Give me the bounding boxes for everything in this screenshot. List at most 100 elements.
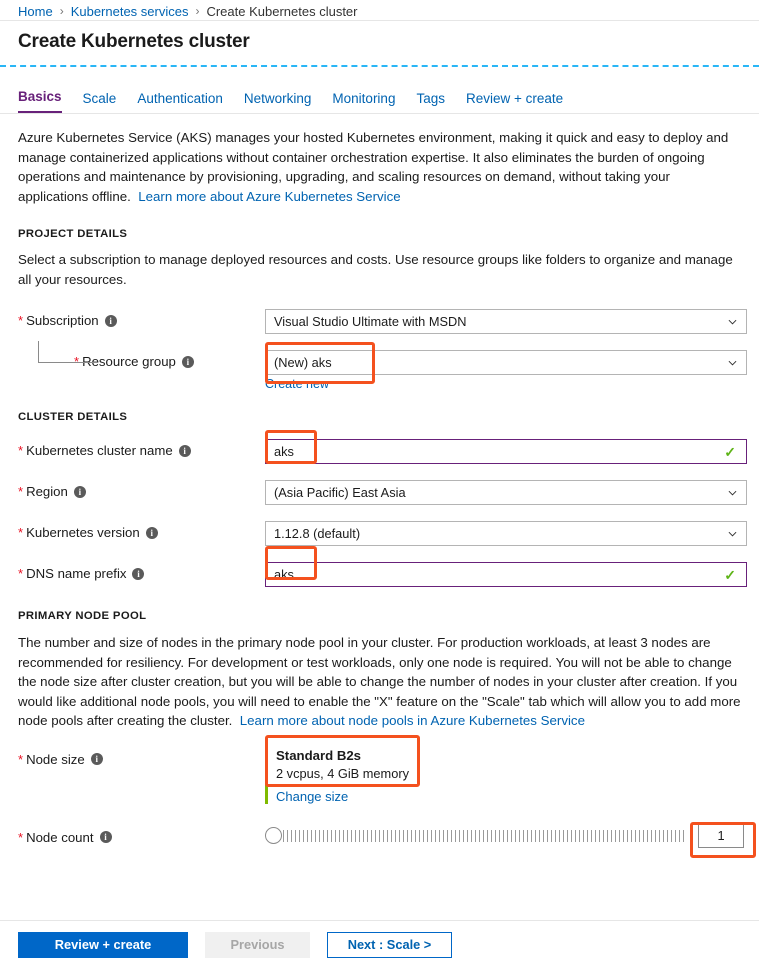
node-size-required-marker: * xyxy=(18,751,24,767)
breadcrumb-separator: › xyxy=(195,4,200,18)
info-icon[interactable]: i xyxy=(73,485,86,498)
region-row: * Region i (Asia Pacific) East Asia xyxy=(18,480,747,506)
chevron-down-icon xyxy=(728,531,737,537)
subscription-label-wrap: * Subscription i xyxy=(18,309,265,328)
review-create-button[interactable]: Review + create xyxy=(18,931,188,958)
valid-check-icon: ✓ xyxy=(724,443,736,460)
subscription-field-area: Visual Studio Ultimate with MSDN xyxy=(265,309,747,334)
subscription-label: Subscription xyxy=(26,313,99,328)
chevron-down-icon xyxy=(728,319,737,325)
tab-review-create[interactable]: Review + create xyxy=(466,91,563,113)
info-icon[interactable]: i xyxy=(178,444,191,457)
info-icon[interactable]: i xyxy=(145,526,158,539)
node-size-specs: 2 vcpus, 4 GiB memory xyxy=(276,765,409,781)
resource-group-label: Resource group xyxy=(82,354,176,369)
tab-networking[interactable]: Networking xyxy=(244,91,312,113)
info-icon[interactable]: i xyxy=(90,753,103,765)
cluster-name-row: * Kubernetes cluster name i aks ✓ xyxy=(18,439,747,465)
node-count-slider-wrap: 1 xyxy=(265,823,744,848)
cluster-name-label-wrap: * Kubernetes cluster name i xyxy=(18,439,265,458)
node-size-name: Standard B2s xyxy=(276,747,362,763)
form-content: Azure Kubernetes Service (AKS) manages y… xyxy=(0,128,759,850)
info-icon[interactable]: i xyxy=(99,831,112,843)
chevron-down-icon xyxy=(728,490,737,496)
node-count-required-marker: * xyxy=(18,829,24,845)
resource-group-value: (New) aks xyxy=(274,355,332,370)
resource-group-select[interactable]: (New) aks xyxy=(265,350,747,375)
next-scale-button[interactable]: Next : Scale > xyxy=(327,931,452,958)
tab-tags[interactable]: Tags xyxy=(416,91,445,113)
tab-authentication[interactable]: Authentication xyxy=(137,91,223,113)
intro-paragraph: Azure Kubernetes Service (AKS) manages y… xyxy=(18,128,741,206)
title-bar: Create Kubernetes cluster xyxy=(0,21,759,65)
footer-bar: Review + create Previous Next : Scale > xyxy=(0,920,759,968)
subscription-required-marker: * xyxy=(18,313,24,328)
node-count-label-wrap: * Node count i xyxy=(18,824,265,845)
node-size-row: * Node size i Standard B2s 2 vcpus, 4 Gi… xyxy=(18,747,741,804)
change-size-link[interactable]: Change size xyxy=(276,789,348,804)
node-count-field-area: 1 xyxy=(265,823,744,848)
region-value: (Asia Pacific) East Asia xyxy=(274,485,406,500)
dns-name-prefix-input[interactable]: aks ✓ xyxy=(265,562,747,587)
dns-name-prefix-label-wrap: * DNS name prefix i xyxy=(18,562,265,581)
subscription-value: Visual Studio Ultimate with MSDN xyxy=(274,314,467,329)
subscription-row: * Subscription i Visual Studio Ultimate … xyxy=(18,309,747,335)
node-size-block: Standard B2s 2 vcpus, 4 GiB memory Chang… xyxy=(265,747,465,804)
region-label: Region xyxy=(26,484,68,499)
region-required-marker: * xyxy=(18,484,24,499)
cluster-name-value: aks xyxy=(274,444,294,459)
previous-button: Previous xyxy=(205,931,310,958)
kubernetes-version-value: 1.12.8 (default) xyxy=(274,526,361,541)
info-icon[interactable]: i xyxy=(181,355,194,368)
tab-basics[interactable]: Basics xyxy=(18,89,62,113)
chevron-down-icon xyxy=(728,360,737,366)
primary-node-pool-heading: PRIMARY NODE POOL xyxy=(18,610,147,622)
valid-check-icon: ✓ xyxy=(724,566,736,583)
cluster-name-required-marker: * xyxy=(18,443,24,458)
tab-monitoring[interactable]: Monitoring xyxy=(332,91,395,113)
region-select[interactable]: (Asia Pacific) East Asia xyxy=(265,480,747,505)
breadcrumb-current: Create Kubernetes cluster xyxy=(206,3,358,19)
info-icon[interactable]: i xyxy=(132,567,145,580)
learn-more-aks-link[interactable]: Learn more about Azure Kubernetes Servic… xyxy=(138,189,400,204)
dns-name-prefix-row: * DNS name prefix i aks ✓ xyxy=(18,562,747,588)
kubernetes-version-select[interactable]: 1.12.8 (default) xyxy=(265,521,747,546)
kubernetes-version-field-area: 1.12.8 (default) xyxy=(265,521,747,546)
page-title: Create Kubernetes cluster xyxy=(18,31,250,52)
node-count-slider-track[interactable] xyxy=(283,829,687,842)
node-count-label: Node count xyxy=(26,829,94,845)
tree-connector xyxy=(38,341,94,363)
node-size-label-wrap: * Node size i xyxy=(18,748,265,767)
kubernetes-version-row: * Kubernetes version i 1.12.8 (default) xyxy=(18,521,747,547)
dns-name-prefix-label: DNS name prefix xyxy=(26,566,127,581)
create-new-resource-group-link[interactable]: Create new xyxy=(265,377,329,391)
resource-group-field-area: (New) aks Create new xyxy=(265,350,747,391)
project-details-description: Select a subscription to manage deployed… xyxy=(18,252,733,287)
node-count-input[interactable]: 1 xyxy=(698,823,744,848)
node-size-field-area: Standard B2s 2 vcpus, 4 GiB memory Chang… xyxy=(265,747,741,804)
learn-more-node-pools-link[interactable]: Learn more about node pools in Azure Kub… xyxy=(240,713,585,728)
primary-node-pool-description: The number and size of nodes in the prim… xyxy=(18,633,741,731)
cluster-name-field-area: aks ✓ xyxy=(265,439,747,464)
info-icon[interactable]: i xyxy=(104,314,117,327)
cluster-name-input[interactable]: aks ✓ xyxy=(265,439,747,464)
breadcrumb-home[interactable]: Home xyxy=(18,4,53,19)
cluster-details-heading: CLUSTER DETAILS xyxy=(18,411,128,423)
dns-name-prefix-value: aks xyxy=(274,567,294,582)
tab-bar: Basics Scale Authentication Networking M… xyxy=(0,67,759,113)
region-field-area: (Asia Pacific) East Asia xyxy=(265,480,747,505)
breadcrumb-separator: › xyxy=(59,4,64,18)
node-count-slider-thumb[interactable] xyxy=(265,827,282,844)
dns-name-prefix-field-area: aks ✓ xyxy=(265,562,747,587)
kubernetes-version-label: Kubernetes version xyxy=(26,525,140,540)
tab-scale[interactable]: Scale xyxy=(83,91,117,113)
node-count-row: * Node count i 1 xyxy=(18,823,744,850)
project-details-heading: PROJECT DETAILS xyxy=(18,228,128,240)
cluster-name-label: Kubernetes cluster name xyxy=(26,443,173,458)
node-size-label: Node size xyxy=(26,751,85,767)
subscription-select[interactable]: Visual Studio Ultimate with MSDN xyxy=(265,309,747,334)
breadcrumb: Home › Kubernetes services › Create Kube… xyxy=(0,0,759,20)
node-count-value: 1 xyxy=(717,828,725,843)
region-label-wrap: * Region i xyxy=(18,480,265,499)
breadcrumb-kubernetes-services[interactable]: Kubernetes services xyxy=(71,4,189,19)
